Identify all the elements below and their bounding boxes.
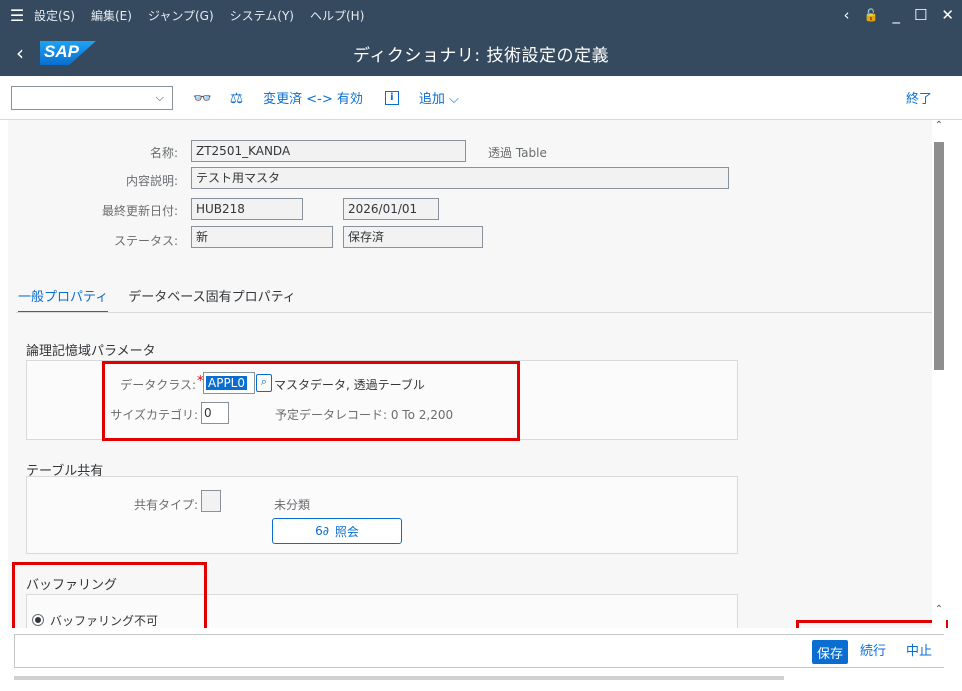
command-field[interactable]: ⌵ xyxy=(11,85,173,110)
data-class-label: データクラス: xyxy=(120,378,196,392)
bottom-strip xyxy=(14,676,784,680)
data-class-input[interactable]: APPL0 xyxy=(203,372,255,394)
info-icon[interactable]: i xyxy=(384,90,399,105)
continue-button[interactable]: 続行 xyxy=(860,640,886,664)
table-type-text: 透過 Table xyxy=(488,146,547,160)
glasses-icon: 6∂ xyxy=(315,524,329,538)
menu-help[interactable]: ヘルプ(H) xyxy=(310,7,364,24)
menu-edit[interactable]: 編集(E) xyxy=(91,7,132,24)
size-category-input[interactable]: 0 xyxy=(201,402,229,424)
search-help-icon[interactable]: ⌕ xyxy=(256,374,272,392)
hamburger-menu-icon[interactable]: ☰ xyxy=(0,0,34,30)
footer-bar: 保存 続行 中止 xyxy=(0,628,962,691)
sharing-type-text: 未分類 xyxy=(274,498,311,512)
menu-system[interactable]: システム(Y) xyxy=(230,7,294,24)
chevron-left-icon[interactable]: ‹ xyxy=(844,6,850,24)
tab-general-properties[interactable]: 一般プロパティ xyxy=(18,286,109,313)
tab-db-specific-properties[interactable]: データベース固有プロパティ xyxy=(128,286,296,313)
chevron-down-icon[interactable]: ⌵ xyxy=(156,91,164,105)
sap-logo: SAP xyxy=(40,39,98,67)
status-field: 新 xyxy=(191,226,333,248)
logical-storage-title: 論理記憶域パラメータ xyxy=(26,344,156,359)
display-button-label: 照会 xyxy=(334,524,359,539)
save-status-field: 保存済 xyxy=(343,226,483,248)
toolbar: ⌵ 👓 ⚖ 変更済 <-> 有効 i 追加 ⌵ 終了 xyxy=(0,76,962,120)
cancel-button[interactable]: 中止 xyxy=(906,640,932,664)
scroll-down-icon[interactable]: ⌃ xyxy=(932,604,946,615)
display-button[interactable]: 6∂ 照会 xyxy=(272,518,402,544)
back-arrow-icon[interactable]: ‹ xyxy=(0,41,40,65)
page-title: ディクショナリ: 技術設定の定義 xyxy=(353,45,609,66)
title-bar: ‹ SAP ディクショナリ: 技術設定の定義 xyxy=(0,30,962,76)
data-class-value: APPL0 xyxy=(206,376,248,390)
sap-logo-text: SAP xyxy=(44,42,79,61)
exit-button[interactable]: 終了 xyxy=(906,88,932,107)
buffering-title: バッファリング xyxy=(26,578,118,593)
data-class-description: マスタデータ, 透過テーブル xyxy=(274,378,425,392)
toggle-active-revised-button[interactable]: 変更済 <-> 有効 xyxy=(263,88,363,107)
close-icon[interactable]: ✕ xyxy=(941,6,954,24)
name-field: ZT2501_KANDA xyxy=(191,140,466,162)
description-field: テスト用マスタ xyxy=(191,167,729,189)
buffering-not-allowed-radio[interactable] xyxy=(32,614,44,626)
last-updated-user-field: HUB218 xyxy=(191,198,303,220)
vertical-scrollbar[interactable]: ⌃ ⌃ xyxy=(932,120,946,628)
size-category-label: サイズカテゴリ: xyxy=(110,408,198,422)
buffering-not-allowed-label: バッファリング不可 xyxy=(50,614,159,628)
scroll-up-icon[interactable]: ⌃ xyxy=(932,120,946,131)
description-label: 内容説明: xyxy=(125,174,178,188)
name-label: 名称: xyxy=(149,146,178,160)
status-label: ステータス: xyxy=(113,234,178,248)
logical-storage-group xyxy=(26,360,738,440)
more-menu-button[interactable]: 追加 ⌵ xyxy=(419,88,459,107)
menu-settings[interactable]: 設定(S) xyxy=(34,7,75,24)
sharing-type-field xyxy=(201,490,221,512)
last-updated-label: 最終更新日付: xyxy=(101,204,178,218)
window-controls: ‹ 🔓 _ ☐ ✕ xyxy=(844,0,954,30)
status-message-bar xyxy=(14,634,944,668)
tab-strip: 一般プロパティ データベース固有プロパティ xyxy=(18,286,296,313)
expected-records-text: 予定データレコード: 0 To 2,200 xyxy=(275,408,454,422)
menu-bar: ☰ 設定(S) 編集(E) ジャンプ(G) システム(Y) ヘルプ(H) ‹ 🔓… xyxy=(0,0,962,30)
unlock-icon[interactable]: 🔓 xyxy=(864,8,879,22)
save-button[interactable]: 保存 xyxy=(812,640,848,664)
menu-goto[interactable]: ジャンプ(G) xyxy=(148,7,214,24)
display-change-glasses-icon[interactable]: 👓 xyxy=(193,89,212,107)
tab-divider xyxy=(16,312,932,313)
scrollbar-thumb[interactable] xyxy=(934,142,944,370)
main-content: 名称: ZT2501_KANDA 透過 Table 内容説明: テスト用マスタ … xyxy=(8,120,932,628)
last-updated-date-field: 2026/01/01 xyxy=(343,198,439,220)
minimize-icon[interactable]: _ xyxy=(892,6,900,24)
compare-icon[interactable]: ⚖ xyxy=(230,89,243,107)
maximize-icon[interactable]: ☐ xyxy=(914,6,927,24)
sharing-type-label: 共有タイプ: xyxy=(133,498,198,512)
